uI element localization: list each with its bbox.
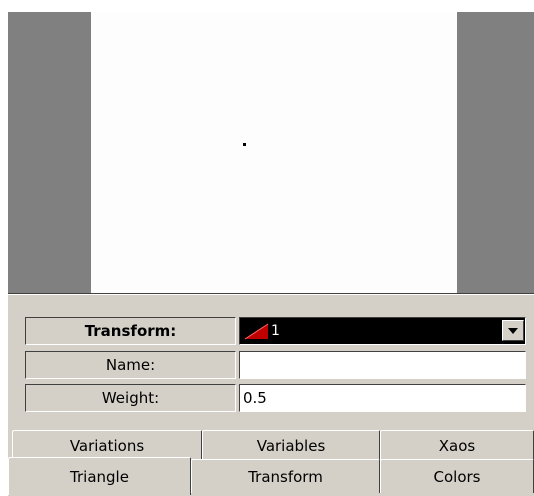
tab-colors-label: Colors bbox=[433, 467, 481, 486]
red-triangle-icon bbox=[244, 323, 269, 340]
tab-variations-label: Variations bbox=[69, 436, 145, 455]
tab-triangle-label: Triangle bbox=[70, 467, 129, 486]
transform-properties-panel: Transform: 1 Name: Weight: 0.5 Variation… bbox=[8, 303, 534, 496]
tab-triangle[interactable]: Triangle bbox=[8, 457, 191, 495]
tab-colors[interactable]: Colors bbox=[380, 459, 534, 493]
weight-label-text: Weight: bbox=[101, 389, 160, 407]
tab-xaos-label: Xaos bbox=[438, 436, 476, 455]
transform-dropdown-button[interactable] bbox=[502, 320, 524, 341]
weight-label: Weight: bbox=[25, 384, 236, 412]
preview-canvas[interactable] bbox=[91, 12, 457, 293]
name-label: Name: bbox=[25, 351, 236, 379]
tab-strip: Variations Variables Xaos Triangle Trans… bbox=[8, 430, 534, 496]
tab-xaos[interactable]: Xaos bbox=[380, 430, 534, 460]
preview-area bbox=[8, 12, 534, 293]
preview-dot bbox=[243, 143, 246, 146]
name-field[interactable] bbox=[239, 351, 526, 379]
chevron-down-icon bbox=[508, 327, 518, 334]
tab-transform-label: Transform bbox=[248, 467, 323, 486]
transform-label-text: Transform: bbox=[84, 322, 177, 340]
transform-select[interactable]: 1 bbox=[239, 317, 526, 345]
weight-field-value: 0.5 bbox=[243, 389, 267, 407]
tab-variables-label: Variables bbox=[256, 436, 326, 455]
tab-transform[interactable]: Transform bbox=[191, 459, 380, 493]
transform-label: Transform: bbox=[25, 317, 236, 345]
tab-variations[interactable]: Variations bbox=[12, 430, 202, 460]
name-label-text: Name: bbox=[105, 356, 156, 374]
weight-field[interactable]: 0.5 bbox=[239, 384, 526, 412]
transform-select-value: 1 bbox=[271, 323, 280, 339]
tab-variables[interactable]: Variables bbox=[202, 430, 380, 460]
